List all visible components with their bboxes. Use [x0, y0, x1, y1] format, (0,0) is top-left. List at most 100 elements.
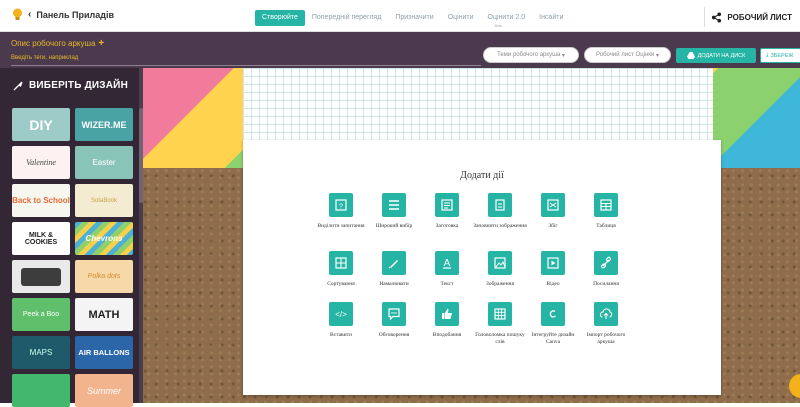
- discussion-icon: [382, 302, 406, 326]
- video-icon: [541, 251, 565, 275]
- tags-input[interactable]: Введіть теги, наприклад: [11, 55, 481, 66]
- tab-grade-2-label: Оцінити 2.0: [487, 14, 526, 21]
- action-label: Намалювати: [379, 281, 409, 287]
- design-sidebar-title: ВИБЕРІТЬ ДИЗАЙН: [13, 80, 128, 91]
- action-label: Вподобання: [432, 332, 462, 338]
- action-blank[interactable]: Заготовка: [420, 193, 474, 230]
- design-thumb-wizer-label: WIZER.ME: [81, 119, 127, 130]
- image-icon: [488, 251, 512, 275]
- design-thumb-air-balloons-label: AIR BALLONS: [78, 348, 130, 357]
- design-thumb-peek-a-boo[interactable]: Peek a Boo: [12, 298, 70, 331]
- design-thumb-summer[interactable]: Summer: [75, 374, 133, 407]
- design-sidebar-label: ВИБЕРІТЬ ДИЗАЙН: [29, 80, 128, 91]
- design-thumb-peek-a-boo-label: Peek a Boo: [22, 311, 60, 318]
- action-table[interactable]: Таблиця: [579, 193, 633, 230]
- action-fill-image[interactable]: Заповнити зображення: [473, 193, 527, 230]
- top-nav-bar: ‹ Панель Приладів Створюйте Попередній п…: [0, 0, 800, 32]
- action-canva[interactable]: Інтегруйте дизайн Canva: [526, 302, 580, 347]
- grade-dropdown[interactable]: Робочий лист Оцінки ▾: [584, 47, 671, 63]
- dashboard-back-label: Панель Приладів: [36, 9, 114, 20]
- download-icon: ⤓: [766, 52, 769, 58]
- design-thumb-chalkboard[interactable]: [12, 260, 70, 293]
- embed-code-icon: </>: [329, 302, 353, 326]
- design-sidebar: ВИБЕРІТЬ ДИЗАЙН DIY WIZER.ME Valentine E…: [0, 68, 143, 407]
- action-multiple-choice[interactable]: Широкий вибір: [367, 193, 421, 230]
- chalkboard-shape: [21, 267, 61, 286]
- action-match[interactable]: Збіг: [526, 193, 580, 230]
- action-label: Заповнити зображення: [473, 223, 527, 229]
- description-label: Опис робочого аркуша: [11, 39, 96, 48]
- topics-dropdown-label: Теми робочого аркуша: [497, 52, 561, 58]
- design-thumb-sotabook[interactable]: SotaBook: [75, 184, 133, 217]
- design-thumb-chevrons[interactable]: Chevrons: [75, 222, 133, 255]
- design-thumb-milk-cookies[interactable]: MILK & COOKIES: [12, 222, 70, 255]
- action-import[interactable]: Імпорт робочого аркуша: [579, 302, 633, 347]
- action-label: Текст: [440, 281, 454, 287]
- design-thumb-back-to-school[interactable]: Back to School: [12, 184, 70, 217]
- action-embed[interactable]: </> Вставити: [314, 302, 368, 339]
- thumbs-up-icon: [435, 302, 459, 326]
- add-activity-title: Додати дії: [460, 170, 504, 181]
- pencil-icon: [382, 251, 406, 275]
- paint-brush-icon: [13, 81, 23, 90]
- design-thumb-easter-label: Easter: [92, 158, 116, 167]
- worksheet-description-link[interactable]: Опис робочого аркуша +: [11, 38, 104, 49]
- add-to-drive-button[interactable]: ДОДАТИ НА ДИСК: [676, 48, 756, 63]
- action-label: Відео: [546, 281, 560, 287]
- grade-dropdown-label: Робочий лист Оцінки: [596, 52, 655, 58]
- action-video[interactable]: Відео: [526, 251, 580, 288]
- design-thumb-valentine[interactable]: Valentine: [12, 146, 70, 179]
- add-to-drive-label: ДОДАТИ НА ДИСК: [697, 52, 746, 59]
- tab-assign[interactable]: Призначити: [388, 10, 440, 26]
- action-label: Обговорення: [378, 332, 410, 338]
- action-label: Вставити: [330, 332, 352, 338]
- tab-insights[interactable]: Інсайти: [532, 10, 570, 26]
- design-thumb-diy[interactable]: DIY: [12, 108, 70, 141]
- action-highlight-question[interactable]: ? Виділити запитання: [314, 193, 368, 230]
- design-thumb-polka-dots[interactable]: Polka dots: [75, 260, 133, 293]
- tab-grade[interactable]: Оцінити: [441, 10, 481, 26]
- caret-down-icon: ▾: [655, 52, 659, 59]
- plus-icon: +: [98, 38, 105, 49]
- action-label: Таблиця: [596, 223, 616, 229]
- fill-image-icon: [488, 193, 512, 217]
- design-thumb-air-balloons[interactable]: AIR BALLONS: [75, 336, 133, 369]
- lightbulb-logo-icon: [13, 8, 22, 20]
- design-thumb-green[interactable]: [12, 374, 70, 407]
- design-thumb-maps-label: MAPS: [29, 348, 53, 357]
- design-thumb-summer-label: Summer: [86, 385, 121, 396]
- design-thumb-math[interactable]: MATH: [75, 298, 133, 331]
- action-image[interactable]: Зображення: [473, 251, 527, 288]
- design-thumb-math-label: MATH: [88, 308, 120, 321]
- design-thumb-diy-label: DIY: [29, 116, 53, 133]
- action-sorting[interactable]: Сортування: [314, 251, 368, 288]
- action-label: Посилання: [593, 281, 619, 287]
- svg-text:?: ?: [339, 204, 343, 211]
- design-thumb-wizer[interactable]: WIZER.ME: [75, 108, 133, 141]
- chevron-left-icon: ‹: [28, 9, 32, 20]
- design-thumb-easter[interactable]: Easter: [75, 146, 133, 179]
- dashboard-back-link[interactable]: ‹ Панель Приладів: [12, 8, 114, 21]
- worksheet-share-button[interactable]: РОБОЧИЙ ЛИСТ: [704, 7, 800, 27]
- action-text[interactable]: A Текст: [420, 251, 474, 288]
- action-discussion[interactable]: Обговорення: [367, 302, 421, 339]
- action-label: Головоломка пошуку слів: [475, 332, 525, 346]
- action-link[interactable]: Посилання: [579, 251, 633, 288]
- tab-preview[interactable]: Попередній перегляд: [305, 10, 388, 26]
- worksheet-header: Опис робочого аркуша + Введіть теги, нап…: [0, 32, 800, 68]
- tab-grade-2[interactable]: Оцінити 2.0 Beta: [481, 10, 533, 28]
- worksheet-button-label: РОБОЧИЙ ЛИСТ: [727, 12, 792, 22]
- drive-icon: [686, 52, 695, 59]
- action-label: Імпорт робочого аркуша: [586, 332, 626, 346]
- text-icon: A: [435, 251, 459, 275]
- action-word-search[interactable]: Головоломка пошуку слів: [473, 302, 527, 347]
- action-label: Збіг: [548, 223, 558, 229]
- action-like[interactable]: Вподобання: [420, 302, 474, 339]
- mode-tabs: Створюйте Попередній перегляд Призначити…: [255, 10, 570, 28]
- save-button[interactable]: ⤓ ЗБЕРЕЖ: [760, 48, 800, 63]
- design-thumb-maps[interactable]: MAPS: [12, 336, 70, 369]
- tab-create[interactable]: Створюйте: [255, 10, 305, 26]
- action-draw[interactable]: Намалювати: [367, 251, 421, 288]
- action-label: Широкий вибір: [375, 223, 413, 229]
- topics-dropdown[interactable]: Теми робочого аркуша ▾: [483, 47, 579, 63]
